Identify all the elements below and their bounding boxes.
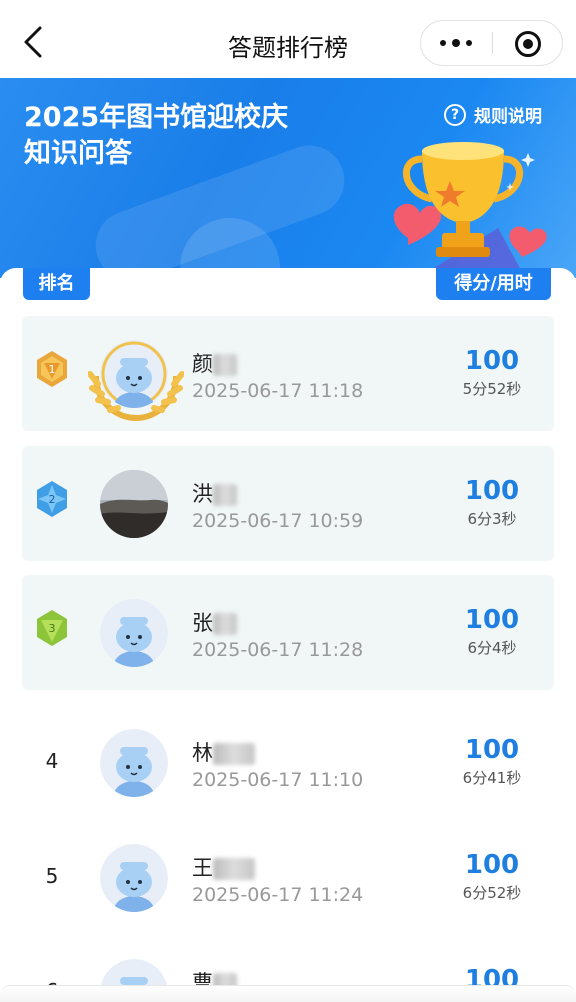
mini-program-capsule [420, 20, 563, 66]
player-name: 林 [192, 737, 255, 767]
avatar [100, 844, 168, 912]
score: 100 [464, 476, 520, 506]
rank-number: 5 [45, 864, 59, 888]
close-target-icon[interactable] [515, 31, 541, 57]
rank-number: 2 [49, 493, 56, 506]
avatar [100, 340, 168, 408]
blue-medal-icon: 2 [37, 481, 67, 517]
ranking-row[interactable]: 5 王 2025-06-17 11:24 100 6分52秒 [22, 820, 554, 935]
duration: 6分52秒 [462, 884, 522, 902]
rank-header: 排名 [23, 268, 90, 300]
duration: 6分41秒 [462, 769, 522, 787]
rules-label: 规则说明 [474, 107, 542, 127]
masked-name [213, 743, 255, 765]
avatar [100, 599, 168, 667]
player-name: 张 [192, 607, 237, 637]
banner: 2025年图书馆迎校庆 知识问答 ? 规则说明 [0, 78, 576, 278]
ranking-row[interactable]: 2 洪 2025-06-17 10:59 100 6分3秒 [22, 446, 554, 561]
more-icon[interactable] [421, 21, 491, 65]
rank-number: 3 [49, 622, 56, 635]
question-icon: ? [444, 103, 466, 126]
rules-link[interactable]: ? 规则说明 [444, 102, 542, 127]
masked-name [213, 613, 237, 635]
gold-medal-icon: 1 [37, 351, 67, 387]
score: 100 [464, 346, 520, 376]
green-medal-icon: 3 [37, 610, 67, 646]
ranking-row[interactable]: 1 颜 2025-06-17 11:18 100 5分52秒 [22, 316, 554, 431]
submit-time: 2025-06-17 11:28 [192, 639, 364, 661]
bottom-sheet-edge [0, 985, 576, 1002]
player-name: 颜 [192, 348, 237, 378]
navigation-bar: 答题排行榜 [0, 0, 576, 78]
banner-title: 2025年图书馆迎校庆 知识问答 [24, 100, 288, 172]
masked-name [213, 354, 237, 376]
score: 100 [464, 605, 520, 635]
banner-title-line1: 2025年图书馆迎校庆 [24, 102, 289, 133]
duration: 6分3秒 [467, 510, 517, 528]
ranking-row[interactable]: 4 林 2025-06-17 11:10 100 6分41秒 [22, 705, 554, 820]
submit-time: 2025-06-17 11:24 [192, 884, 364, 906]
submit-time: 2025-06-17 11:18 [192, 380, 364, 402]
score: 100 [464, 850, 520, 880]
banner-title-line2: 知识问答 [24, 138, 132, 169]
masked-name [213, 484, 237, 506]
trophy-icon [378, 142, 547, 278]
player-name: 王 [192, 852, 255, 882]
submit-time: 2025-06-17 10:59 [192, 510, 364, 532]
rank-number: 1 [49, 363, 56, 376]
avatar [100, 729, 168, 797]
duration: 6分4秒 [467, 639, 517, 657]
score-time-header: 得分/用时 [436, 268, 551, 300]
rank-number: 4 [45, 749, 59, 773]
duration: 5分52秒 [462, 380, 522, 398]
submit-time: 2025-06-17 11:10 [192, 769, 364, 791]
player-name: 洪 [192, 478, 237, 508]
masked-name [213, 858, 255, 880]
ranking-row[interactable]: 3 张 2025-06-17 11:28 100 6分4秒 [22, 575, 554, 690]
score: 100 [464, 735, 520, 765]
avatar [100, 470, 168, 538]
capsule-divider [492, 32, 493, 54]
